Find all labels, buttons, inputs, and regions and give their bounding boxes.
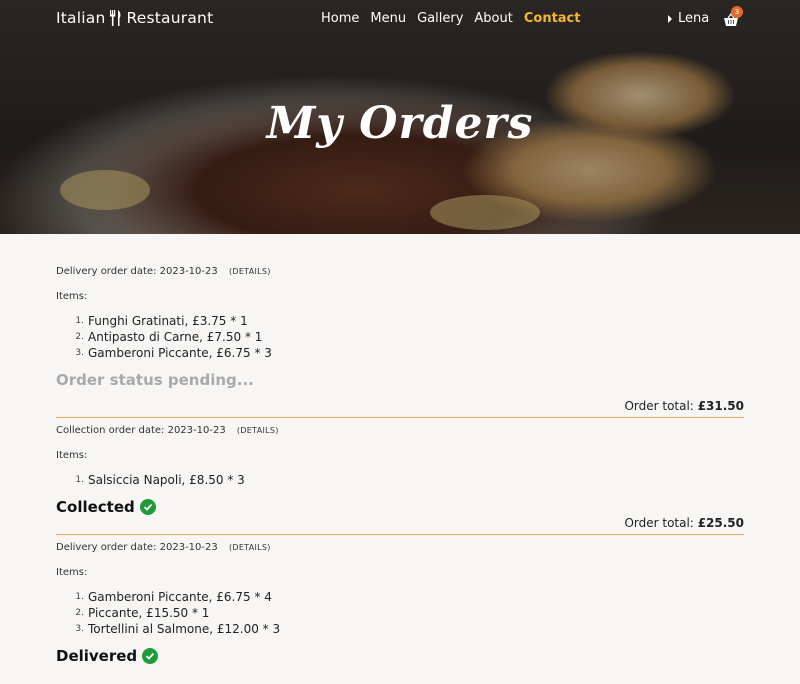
order-total-label: Order total: (624, 399, 694, 413)
order-status: Order status pending... (56, 371, 254, 389)
order-details-link[interactable]: (DETAILS) (229, 543, 271, 552)
order-type-date: Collection order date: 2023-10-23 (56, 425, 226, 436)
order-total-value: £31.50 (697, 399, 744, 413)
order-items-list: 1. Funghi Gratinati, £3.75 * 1 2. Antipast… (72, 313, 744, 361)
nav-link-menu[interactable]: Menu (370, 11, 406, 26)
hero-banner: Italian Restaurant Home Menu Gallery Abo… (0, 0, 800, 234)
list-item: 3. Gamberoni Piccante, £6.75 * 3 (75, 346, 272, 360)
nav-link-about[interactable]: About (474, 11, 512, 26)
order-header: Delivery order date: 2023-10-23 (DETAILS… (56, 542, 744, 553)
order-card: Collection order date: 2023-10-23 (DETAI… (56, 418, 744, 535)
caret-right-icon (668, 14, 672, 23)
top-navbar: Italian Restaurant Home Menu Gallery Abo… (0, 0, 800, 38)
user-menu[interactable]: Lena (668, 11, 709, 26)
order-card: Delivery order date: 2023-10-23 (DETAILS… (56, 535, 744, 665)
brand-text-right: Restaurant (126, 9, 214, 27)
list-item: 2. Piccante, £15.50 * 1 (75, 606, 210, 620)
order-items-list: 1. Salsiccia Napoli, £8.50 * 3 (72, 472, 744, 488)
order-total: Order total: £31.50 (56, 399, 744, 413)
cutlery-icon (110, 10, 121, 26)
nav-link-gallery[interactable]: Gallery (417, 11, 463, 26)
items-label: Items: (56, 567, 88, 578)
cart-count-badge: 3 (731, 6, 743, 18)
list-item: 3. Tortellini al Salmone, £12.00 * 3 (75, 622, 281, 636)
order-type-date: Delivery order date: 2023-10-23 (56, 266, 218, 277)
list-item: 1. Gamberoni Piccante, £6.75 * 4 (75, 590, 272, 604)
user-name: Lena (678, 11, 710, 26)
nav-link-contact[interactable]: Contact (524, 11, 581, 26)
page-title: My Orders (266, 98, 534, 149)
order-items-list: 1. Gamberoni Piccante, £6.75 * 4 2. Piccan… (72, 589, 744, 637)
check-circle-icon (142, 648, 159, 664)
list-item: 2. Antipasto di Carne, £7.50 * 1 (75, 330, 263, 344)
order-details-link[interactable]: (DETAILS) (237, 426, 279, 435)
order-header: Delivery order date: 2023-10-23 (DETAILS… (56, 266, 744, 277)
order-details-link[interactable]: (DETAILS) (229, 267, 271, 276)
order-status: Collected (56, 498, 744, 516)
order-card: Delivery order date: 2023-10-23 (DETAILS… (56, 234, 744, 418)
order-total-value: £25.50 (697, 516, 744, 530)
items-label: Items: (56, 450, 88, 461)
order-status: Delivered (56, 647, 744, 665)
list-item: 1. Salsiccia Napoli, £8.50 * 3 (75, 473, 245, 487)
brand-logo[interactable]: Italian Restaurant (56, 9, 213, 27)
hero-photo-detail (60, 170, 150, 210)
items-label: Items: (56, 291, 88, 302)
order-status-text: Delivered (56, 647, 138, 665)
order-status-text: Collected (56, 498, 135, 516)
nav-link-home[interactable]: Home (321, 11, 359, 26)
nav-links: Home Menu Gallery About Contact (321, 11, 580, 26)
check-circle-icon (139, 499, 156, 515)
list-item: 1. Funghi Gratinati, £3.75 * 1 (75, 314, 248, 328)
order-total-label: Order total: (624, 516, 694, 530)
order-total: Order total: £25.50 (56, 516, 744, 530)
brand-text-left: Italian (56, 9, 106, 27)
order-type-date: Delivery order date: 2023-10-23 (56, 542, 218, 553)
hero-photo-detail (430, 195, 540, 230)
order-header: Collection order date: 2023-10-23 (DETAI… (56, 425, 744, 436)
orders-list: Delivery order date: 2023-10-23 (DETAILS… (0, 234, 800, 665)
